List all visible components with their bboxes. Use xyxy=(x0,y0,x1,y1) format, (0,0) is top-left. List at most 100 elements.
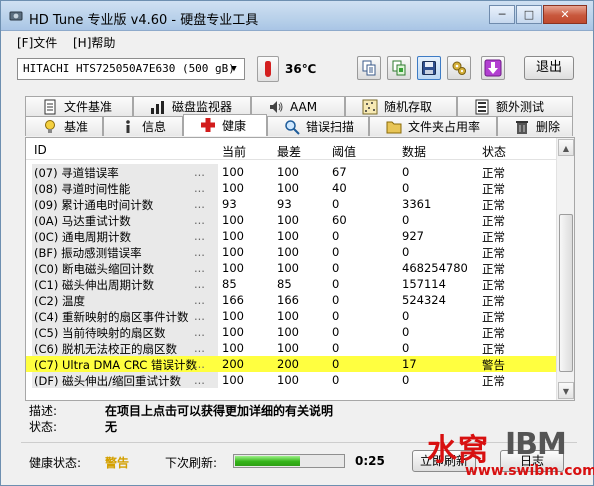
cell-data: 524324 xyxy=(402,293,446,307)
table-row[interactable]: (C6) 脱机无法校正的扇区数... 100 100 0 0 正常 xyxy=(26,340,556,356)
cell-id: (C2) 温度 xyxy=(34,294,85,308)
tab-disk-monitor[interactable]: 磁盘监视器 xyxy=(133,96,251,116)
table-row[interactable]: (C0) 断电磁头缩回计数... 100 100 0 468254780 正常 xyxy=(26,260,556,276)
tab-error-scan[interactable]: 错误扫描 xyxy=(267,116,369,136)
cell-id: (0A) 马达重试计数 xyxy=(34,214,131,228)
cell-ellipsis: ... xyxy=(194,309,205,323)
cell-ellipsis: ... xyxy=(194,261,205,275)
cell-id: (C7) Ultra DMA CRC 错误计数 xyxy=(34,358,197,372)
table-row[interactable]: (DF) 磁头伸出/缩回重试计数... 100 100 0 0 正常 xyxy=(26,372,556,388)
info-icon xyxy=(126,120,130,133)
chevron-down-icon[interactable]: ▼ xyxy=(227,61,241,77)
health-status-value: 警告 xyxy=(105,456,130,470)
scroll-down-icon[interactable]: ▼ xyxy=(558,382,574,399)
copy-screenshot-button[interactable] xyxy=(387,56,411,80)
watermark-url: www.swibm.com xyxy=(465,463,594,479)
cell-current: 100 xyxy=(222,229,244,243)
tab-label: 删除 xyxy=(536,120,561,134)
minimize-button[interactable]: ─ xyxy=(489,5,515,24)
tab-file-benchmark[interactable]: 文件基准 xyxy=(25,96,133,116)
cell-ellipsis: ... xyxy=(194,357,205,371)
column-header-worst[interactable]: 最差 xyxy=(277,143,301,160)
scroll-up-icon[interactable]: ▲ xyxy=(558,139,574,156)
maximize-button[interactable]: □ xyxy=(516,5,542,24)
watermark-logo: IBM xyxy=(505,427,567,462)
cell-data: 0 xyxy=(402,373,410,387)
cell-data: 0 xyxy=(402,325,410,339)
cell-threshold: 0 xyxy=(332,341,340,355)
scrollbar-thumb[interactable] xyxy=(559,214,573,372)
tab-label: 信息 xyxy=(142,120,167,134)
cell-status: 正常 xyxy=(482,278,505,292)
column-header-status[interactable]: 状态 xyxy=(482,143,506,160)
save-button[interactable] xyxy=(417,56,441,80)
tab-info[interactable]: 信息 xyxy=(103,116,183,136)
cell-data: 0 xyxy=(402,213,410,227)
table-row[interactable]: (08) 寻道时间性能... 100 100 40 0 正常 xyxy=(26,180,556,196)
cell-ellipsis: ... xyxy=(194,213,205,227)
column-header-threshold[interactable]: 阈值 xyxy=(332,143,356,160)
options-button[interactable] xyxy=(447,56,471,80)
cell-id: (C4) 重新映射的扇区事件计数 xyxy=(34,310,189,324)
table-row[interactable]: (07) 寻道错误率... 100 100 67 0 正常 xyxy=(26,164,556,180)
dots-grid-icon xyxy=(362,99,378,115)
menu-help[interactable]: [H]帮助 xyxy=(73,34,115,51)
cell-worst: 93 xyxy=(277,197,292,211)
table-row[interactable]: (0A) 马达重试计数... 100 100 60 0 正常 xyxy=(26,212,556,228)
table-row[interactable]: (09) 累计通电时间计数... 93 93 0 3361 正常 xyxy=(26,196,556,212)
cell-data: 0 xyxy=(402,341,410,355)
cell-id: (C1) 磁头伸出周期计数 xyxy=(34,278,154,292)
hd-tune-app-icon xyxy=(9,11,23,21)
tab-label: 基准 xyxy=(64,120,89,134)
lightbulb-icon xyxy=(45,120,55,133)
cell-ellipsis: ... xyxy=(194,373,205,387)
cell-status: 正常 xyxy=(482,342,505,356)
cell-ellipsis: ... xyxy=(194,245,205,259)
menu-file[interactable]: [F]文件 xyxy=(17,34,57,51)
tab-aam[interactable]: AAM xyxy=(251,96,345,116)
drive-select-value: HITACHI HTS725050A7E630 (500 gB) xyxy=(23,62,235,75)
cell-worst: 100 xyxy=(277,325,299,339)
tab-health[interactable]: 健康 xyxy=(183,114,267,136)
column-header-id[interactable]: ID xyxy=(34,143,47,157)
menu-bar: [F]文件 [H]帮助 xyxy=(1,31,593,51)
drive-select[interactable]: HITACHI HTS725050A7E630 (500 gB) ▼ xyxy=(17,58,245,80)
vertical-scrollbar[interactable]: ▲ ▼ xyxy=(556,138,574,400)
copy-text-button[interactable] xyxy=(357,56,381,80)
cell-threshold: 0 xyxy=(332,197,340,211)
exit-button[interactable]: 退出 xyxy=(524,56,574,80)
cell-current: 100 xyxy=(222,261,244,275)
smart-table: ID 当前 最差 阈值 数据 状态 (07) 寻道错误率... 100 100 67 0… xyxy=(25,137,575,401)
cell-worst: 200 xyxy=(277,357,299,371)
tab-extra-tests[interactable]: 额外测试 xyxy=(457,96,573,116)
table-row[interactable]: (C4) 重新映射的扇区事件计数... 100 100 0 0 正常 xyxy=(26,308,556,324)
cell-ellipsis: ... xyxy=(194,229,205,243)
copy-screenshot-icon xyxy=(392,60,406,76)
cell-data: 927 xyxy=(402,229,424,243)
tab-folder-usage[interactable]: 文件夹占用率 xyxy=(369,116,497,136)
cell-id: (0C) 通电周期计数 xyxy=(34,230,131,244)
close-button[interactable]: ✕ xyxy=(543,5,587,24)
cell-data: 0 xyxy=(402,245,410,259)
cell-status: 警告 xyxy=(482,358,505,372)
cell-status: 正常 xyxy=(482,246,505,260)
table-row[interactable]: (0C) 通电周期计数... 100 100 0 927 正常 xyxy=(26,228,556,244)
table-row[interactable]: (C1) 磁头伸出周期计数... 85 85 0 157114 正常 xyxy=(26,276,556,292)
cell-ellipsis: ... xyxy=(194,165,205,179)
cell-data: 468254780 xyxy=(402,261,468,275)
table-row[interactable]: (C2) 温度... 166 166 0 524324 正常 xyxy=(26,292,556,308)
table-row[interactable]: (BF) 振动感测错误率... 100 100 0 0 正常 xyxy=(26,244,556,260)
column-header-data[interactable]: 数据 xyxy=(402,143,426,160)
tab-benchmark[interactable]: 基准 xyxy=(25,116,103,136)
download-button[interactable] xyxy=(481,56,505,80)
tab-label: 健康 xyxy=(222,119,247,133)
table-row[interactable]: (C5) 当前待映射的扇区数... 100 100 0 0 正常 xyxy=(26,324,556,340)
cell-id: (C6) 脱机无法校正的扇区数 xyxy=(34,342,177,356)
table-row[interactable]: (C7) Ultra DMA CRC 错误计数... 200 200 0 17 警告 xyxy=(26,356,556,372)
tab-erase[interactable]: 删除 xyxy=(497,116,573,136)
next-refresh-label: 下次刷新: xyxy=(165,456,218,470)
cell-status: 正常 xyxy=(482,166,505,180)
tab-random-access[interactable]: 随机存取 xyxy=(345,96,457,116)
column-header-current[interactable]: 当前 xyxy=(222,143,246,160)
app-window: HD Tune 专业版 v4.60 - 硬盘专业工具 ─ □ ✕ [F]文件 [… xyxy=(0,0,594,486)
